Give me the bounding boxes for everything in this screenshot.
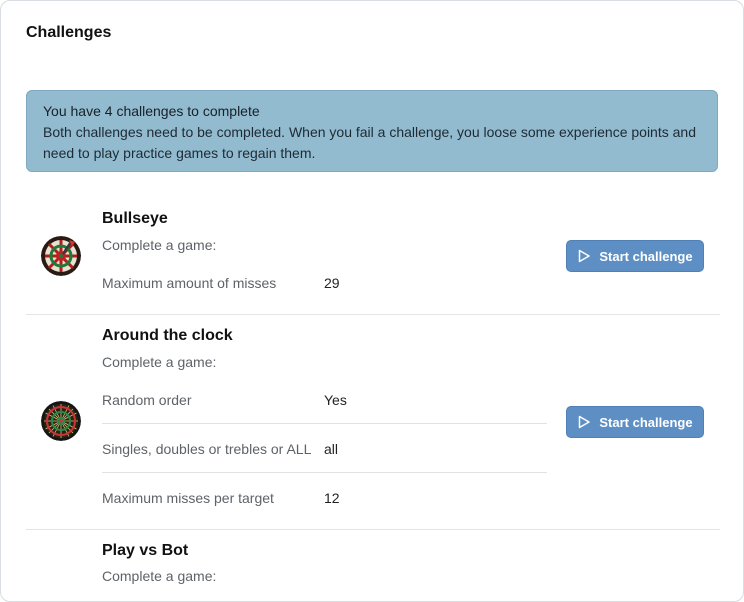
challenge-around-the-clock: Around the clock Complete a game: Random… (26, 315, 720, 529)
challenge-play-vs-bot: Play vs Bot Complete a game: (26, 530, 720, 600)
start-challenge-label: Start challenge (599, 414, 693, 430)
row-value-max-misses: 29 (324, 275, 340, 291)
row-label-max-misses: Maximum amount of misses (102, 275, 277, 291)
row-value-segment-type: all (324, 441, 339, 457)
banner-title: You have 4 challenges to complete (43, 103, 260, 119)
play-icon (579, 415, 591, 429)
challenges-card: Challenges You have 4 challenges to comp… (0, 0, 744, 602)
row-label-max-misses-per-target: Maximum misses per target (102, 490, 274, 506)
start-challenge-button-bullseye[interactable]: Start challenge (566, 240, 704, 272)
info-banner: You have 4 challenges to complete Both c… (26, 90, 718, 172)
row-value-max-misses-per-target: 12 (324, 490, 340, 506)
challenge-name: Play vs Bot (102, 542, 189, 559)
start-challenge-button-around-the-clock[interactable]: Start challenge (566, 406, 704, 438)
around-the-clock-dartboard-icon (41, 401, 81, 441)
start-challenge-label: Start challenge (599, 248, 693, 264)
page-title: Challenges (26, 24, 112, 41)
banner-message: Both challenges need to be completed. Wh… (43, 124, 696, 161)
challenge-bullseye: Bullseye Complete a game: Maximum amount… (26, 191, 720, 314)
challenge-name: Bullseye (102, 210, 168, 227)
row-value-random-order: Yes (324, 392, 347, 408)
play-icon (579, 249, 591, 263)
challenge-subtitle: Complete a game: (102, 354, 217, 370)
bullseye-dartboard-icon (41, 236, 81, 276)
row-label-random-order: Random order (102, 392, 192, 408)
challenge-name: Around the clock (102, 327, 233, 344)
challenge-subtitle: Complete a game: (102, 237, 217, 253)
row-label-segment-type: Singles, doubles or trebles or ALL (102, 441, 312, 457)
row-separator (102, 423, 547, 424)
row-separator (102, 472, 547, 473)
challenge-subtitle: Complete a game: (102, 568, 217, 584)
